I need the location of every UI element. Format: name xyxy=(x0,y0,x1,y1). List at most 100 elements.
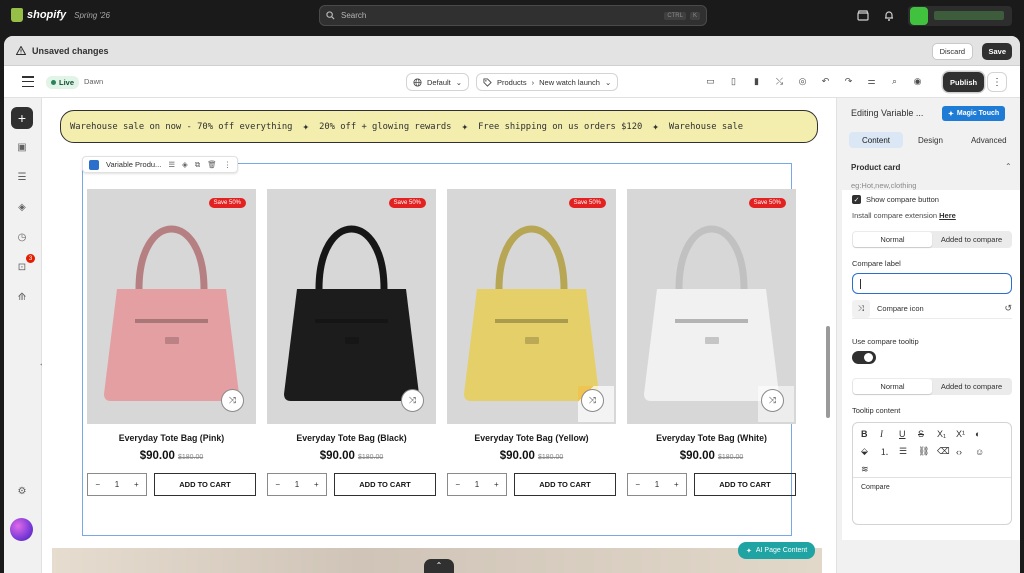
shuffle-icon[interactable]: ⤨ xyxy=(852,299,870,318)
add-to-cart-button[interactable]: ADD TO CART xyxy=(334,473,436,496)
section-name[interactable]: Variable Produ... xyxy=(106,160,161,169)
add-section-button[interactable]: + xyxy=(11,107,33,129)
plus-icon[interactable]: + xyxy=(494,480,499,489)
magic-cursor-icon[interactable]: ⤯ xyxy=(771,73,788,90)
more-actions-icon[interactable]: ⋮ xyxy=(987,72,1007,92)
chevron-up-icon[interactable]: ⌃ xyxy=(1005,162,1012,171)
add-to-cart-button[interactable]: ADD TO CART xyxy=(514,473,616,496)
superscript-icon[interactable]: X¹ xyxy=(956,428,975,440)
rte-body[interactable]: Compare xyxy=(853,478,1011,497)
save-button[interactable]: Save xyxy=(982,43,1012,60)
search-input[interactable]: Search CTRL K xyxy=(319,5,707,26)
layers-icon[interactable]: ◈ xyxy=(15,200,29,214)
apps-icon[interactable]: ⟰ xyxy=(15,290,29,304)
add-to-cart-button[interactable]: ADD TO CART xyxy=(694,473,796,496)
tab-advanced[interactable]: Advanced xyxy=(958,132,1020,148)
preview-eye-icon[interactable]: ◉ xyxy=(909,73,926,90)
compare-button[interactable]: ⤨ xyxy=(761,389,784,412)
plus-icon[interactable]: + xyxy=(134,480,139,489)
quantity-stepper[interactable]: − 1 + xyxy=(267,473,327,496)
compare-button[interactable]: ⤨ xyxy=(401,389,424,412)
product-card-heading[interactable]: Product card xyxy=(851,163,900,172)
use-tooltip-toggle[interactable] xyxy=(852,351,876,364)
trash-icon[interactable]: 🗑 xyxy=(207,160,217,169)
tooltip-rich-text-editor[interactable]: B I U S X₁ X¹ ◐ ⬙ ⒈ ☰ ⛓ ⌫ ‹› ☺ ≋ Compare xyxy=(852,422,1012,525)
plus-icon[interactable]: + xyxy=(674,480,679,489)
product-title[interactable]: Everyday Tote Bag (White) xyxy=(627,433,796,443)
inspect-icon[interactable]: ◎ xyxy=(794,73,811,90)
tooltip-state-normal[interactable]: Normal xyxy=(853,379,932,394)
shopify-logo[interactable]: shopify Spring '26 xyxy=(11,8,110,22)
minus-icon[interactable]: − xyxy=(635,480,640,489)
palette-icon[interactable]: ◐ xyxy=(975,428,994,440)
account-menu[interactable] xyxy=(908,5,1012,26)
plus-icon[interactable]: + xyxy=(314,480,319,489)
assistant-avatar[interactable] xyxy=(10,518,33,541)
eraser-icon[interactable]: ⌫ xyxy=(937,446,956,458)
tab-design[interactable]: Design xyxy=(905,132,956,148)
compare-button[interactable]: ⤨ xyxy=(221,389,244,412)
more-icon[interactable]: ⋮ xyxy=(224,160,232,169)
tooltip-state-added[interactable]: Added to compare xyxy=(932,379,1011,394)
mobile-view-icon[interactable]: ▮ xyxy=(748,73,765,90)
italic-icon[interactable]: I xyxy=(880,428,899,440)
history-icon[interactable]: ◷ xyxy=(15,230,29,244)
theme-name[interactable]: Dawn xyxy=(84,77,103,86)
product-title[interactable]: Everyday Tote Bag (Yellow) xyxy=(447,433,616,443)
template-select[interactable]: Default ⌄ xyxy=(406,73,470,91)
compare-icon-row[interactable]: ⤨ Compare icon ↺ xyxy=(852,299,1012,319)
strikethrough-icon[interactable]: S xyxy=(918,428,937,440)
ai-page-content-button[interactable]: ✦ AI Page Content xyxy=(738,542,816,559)
minus-icon[interactable]: − xyxy=(95,480,100,489)
gear-icon[interactable]: ⚙ xyxy=(15,484,29,498)
show-compare-checkbox[interactable]: ✓ Show compare button xyxy=(852,195,939,204)
bullet-list-icon[interactable]: ☰ xyxy=(899,446,918,458)
expand-up-icon[interactable]: ⌃ xyxy=(424,559,454,573)
product-image[interactable]: Save 50% ⤨ xyxy=(627,189,796,424)
magic-touch-button[interactable]: ✦ Magic Touch xyxy=(942,106,1006,121)
underline-icon[interactable]: U xyxy=(899,428,918,440)
compare-label-input[interactable] xyxy=(852,273,1012,294)
reset-icon[interactable]: ↺ xyxy=(1004,303,1012,314)
minus-icon[interactable]: − xyxy=(275,480,280,489)
minus-icon[interactable]: − xyxy=(455,480,460,489)
page-select[interactable]: Products › New watch launch ⌄ xyxy=(476,73,619,91)
state-added[interactable]: Added to compare xyxy=(932,232,1011,247)
tablet-view-icon[interactable]: ▯ xyxy=(725,73,742,90)
sections-icon[interactable]: ▣ xyxy=(15,140,29,154)
undo-icon[interactable]: ↶ xyxy=(817,73,834,90)
product-title[interactable]: Everyday Tote Bag (Black) xyxy=(267,433,436,443)
duplicate-icon[interactable]: ⧉ xyxy=(195,160,200,170)
product-title[interactable]: Everyday Tote Bag (Pink) xyxy=(87,433,256,443)
store-icon[interactable] xyxy=(856,9,870,23)
add-to-cart-button[interactable]: ADD TO CART xyxy=(154,473,256,496)
emoji-icon[interactable]: ☺ xyxy=(975,446,994,458)
search-page-icon[interactable]: ⌕ xyxy=(886,73,903,90)
quantity-stepper[interactable]: − 1 + xyxy=(627,473,687,496)
subscript-icon[interactable]: X₁ xyxy=(937,428,956,440)
state-normal[interactable]: Normal xyxy=(853,232,932,247)
list-icon[interactable]: ☰ xyxy=(168,160,175,169)
numbered-list-icon[interactable]: ⒈ xyxy=(880,446,899,458)
publish-button[interactable]: Publish xyxy=(943,72,985,92)
desktop-view-icon[interactable]: ▭ xyxy=(702,73,719,90)
fill-color-icon[interactable]: ⬙ xyxy=(861,446,880,458)
link-icon[interactable]: ⛓ xyxy=(918,446,937,458)
product-image[interactable]: Save 50% ⤨ xyxy=(267,189,436,424)
layout-icon[interactable]: ☰ xyxy=(15,170,29,184)
announcement-marquee[interactable]: Warehouse sale on now - 70% off everythi… xyxy=(60,110,818,143)
settings-sliders-icon[interactable]: ⚌ xyxy=(863,73,880,90)
redo-icon[interactable]: ↷ xyxy=(840,73,857,90)
quantity-stepper[interactable]: − 1 + xyxy=(87,473,147,496)
bell-icon[interactable] xyxy=(882,9,896,23)
database-icon[interactable]: ≋ xyxy=(861,463,880,475)
product-image[interactable]: Save 50% ⤨ xyxy=(87,189,256,424)
compare-button[interactable]: ⤨ xyxy=(581,389,604,412)
layers-icon[interactable]: ◈ xyxy=(182,160,188,169)
code-icon[interactable]: ‹› xyxy=(956,446,975,458)
quantity-stepper[interactable]: − 1 + xyxy=(447,473,507,496)
discard-button[interactable]: Discard xyxy=(931,43,973,60)
install-here-link[interactable]: Here xyxy=(939,211,956,220)
tab-content[interactable]: Content xyxy=(849,132,904,148)
bold-icon[interactable]: B xyxy=(861,428,880,440)
